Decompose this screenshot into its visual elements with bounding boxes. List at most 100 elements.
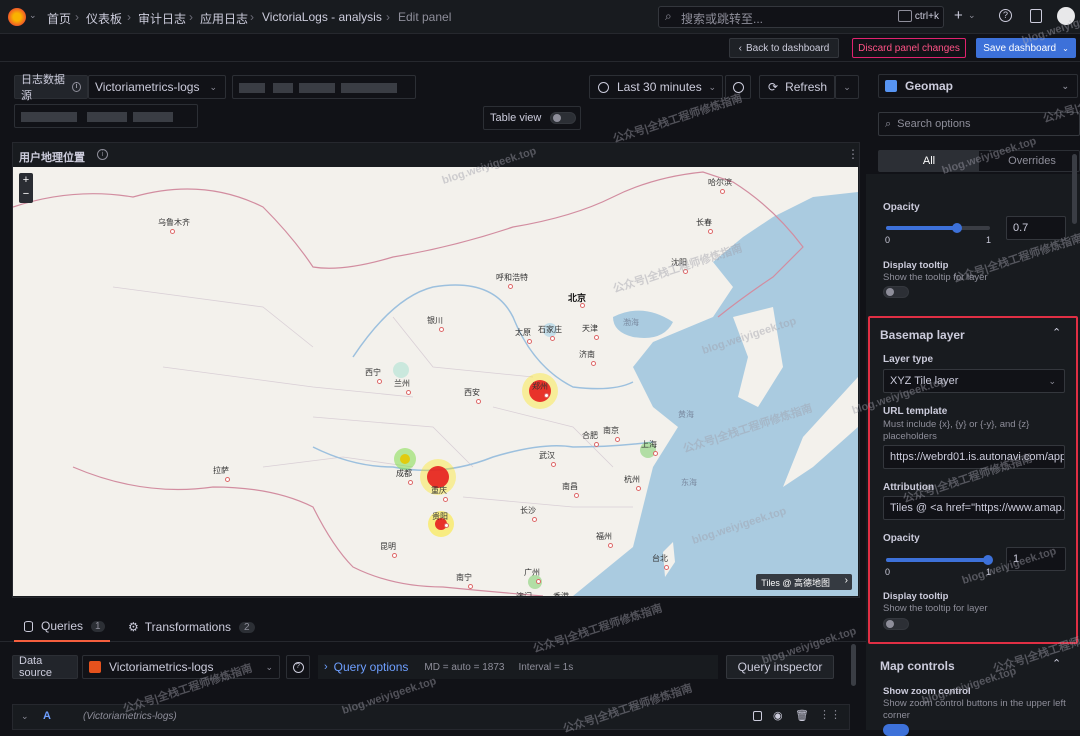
search-box[interactable]: ⌕ 搜索或跳转至... ctrl+k <box>658 6 944 28</box>
search-options-input[interactable]: ⌕ Search options <box>878 112 1080 136</box>
breadcrumb-sep: › <box>189 10 193 24</box>
avatar[interactable] <box>1057 7 1075 25</box>
tooltip-label: Display tooltip <box>883 591 949 602</box>
refresh-interval-picker[interactable]: ⌄ <box>835 75 859 99</box>
chevron-up-icon[interactable]: ⌃ <box>1052 657 1061 670</box>
chevron-down-icon[interactable]: ⌄ <box>29 10 37 21</box>
eye-icon[interactable]: ◉ <box>773 709 783 722</box>
city-label: 台北 <box>652 554 668 563</box>
city-dot <box>636 486 641 491</box>
transform-count: 2 <box>239 621 255 633</box>
zoom-out-button[interactable] <box>725 75 751 99</box>
scrollbar[interactable] <box>851 644 856 686</box>
panel-edit-actions: ‹ Back to dashboard Discard panel changes… <box>0 34 1080 62</box>
opacity-input[interactable]: 1 <box>1006 547 1066 571</box>
heat-spot-lanzhou <box>393 362 409 378</box>
chevron-right-icon: › <box>324 661 328 673</box>
city-dot <box>439 327 444 332</box>
data-source-value: Victoriametrics-logs <box>109 660 214 674</box>
city-label: 沈阳 <box>671 258 687 267</box>
variable-select-masked[interactable] <box>232 75 416 99</box>
city-dot <box>720 189 725 194</box>
redacted-block <box>299 83 335 93</box>
city-dot <box>170 229 175 234</box>
city-label: 乌鲁木齐 <box>158 218 190 227</box>
table-view-switch[interactable] <box>550 112 576 124</box>
table-view-toggle[interactable]: Table view <box>483 106 581 130</box>
geomap[interactable]: 哈尔滨 乌鲁木齐 长春 沈阳 呼和浩特 北京 银川 太原 石家庄 天津 西宁 兰州 济南 西安 郑州 南京 合肥… <box>13 167 858 596</box>
city-label: 渤海 <box>623 318 639 327</box>
refresh-button[interactable]: ⟳ Refresh <box>759 75 835 99</box>
attribution-input[interactable]: Tiles @ <a href="https://www.amap.com"> <box>883 496 1065 520</box>
drag-handle-icon[interactable]: ⋮⋮ <box>819 708 841 721</box>
chevron-down-icon[interactable]: ⌄ <box>968 10 976 21</box>
options-scrollbar[interactable] <box>1072 154 1077 224</box>
tooltip-desc: Show the tooltip for layer <box>883 603 988 614</box>
tab-transformations[interactable]: ⚙ Transformations 2 <box>128 612 255 642</box>
duplicate-icon[interactable] <box>753 711 762 721</box>
top-tooltip-switch[interactable] <box>883 286 909 298</box>
zoom-in-button[interactable]: + <box>19 173 33 188</box>
news-icon[interactable] <box>1030 9 1042 23</box>
map-attribution[interactable]: Tiles @ 高德地图 › <box>756 574 852 590</box>
city-dot <box>551 462 556 467</box>
back-to-dashboard-button[interactable]: ‹ Back to dashboard <box>729 38 839 58</box>
zoom-control-label: Show zoom control <box>883 686 971 697</box>
discard-changes-button[interactable]: Discard panel changes <box>852 38 966 58</box>
save-dashboard-button[interactable]: Save dashboard ⌄ <box>976 38 1076 58</box>
breadcrumb-audit[interactable]: 审计日志 <box>138 10 186 27</box>
city-label: 重庆 <box>431 486 447 495</box>
tooltip-switch[interactable] <box>883 618 909 630</box>
tab-queries[interactable]: Queries 1 <box>14 612 110 642</box>
query-inspector-button[interactable]: Query inspector <box>726 655 834 679</box>
datasource-help-button[interactable]: ? <box>286 655 310 679</box>
chevron-down-icon: ⌄ <box>1061 80 1069 91</box>
zoom-controls: + − <box>19 173 33 203</box>
trash-icon[interactable]: 🗑 <box>795 709 809 722</box>
clock-icon <box>598 81 609 93</box>
plus-icon[interactable]: + <box>954 7 963 24</box>
collapse-icon[interactable]: ⌄ <box>21 711 29 722</box>
chevron-down-icon: ⌄ <box>265 661 273 672</box>
datasource-variable-select[interactable]: Victoriametrics-logs ⌄ <box>88 75 226 99</box>
breadcrumb-dashboards[interactable]: 仪表板 <box>86 10 122 27</box>
top-opacity-input[interactable]: 0.7 <box>1006 216 1066 240</box>
query-options-toggle[interactable]: › Query options MD = auto = 1873 Interva… <box>318 655 718 679</box>
city-dot <box>536 579 541 584</box>
back-icon: ‹ <box>738 42 742 54</box>
time-range-picker[interactable]: Last 30 minutes ⌄ <box>589 75 723 99</box>
breadcrumb-sep: › <box>250 10 254 24</box>
transform-icon: ⚙ <box>128 620 139 634</box>
zoom-control-switch[interactable] <box>883 724 909 736</box>
breadcrumb-home[interactable]: 首页 <box>47 10 71 27</box>
data-source-picker[interactable]: Victoriametrics-logs ⌄ <box>82 655 280 679</box>
map-controls-title[interactable]: Map controls <box>880 659 955 673</box>
top-opacity-fill <box>886 226 958 230</box>
chevron-down-icon: ⌄ <box>1048 375 1056 386</box>
query-row-a[interactable]: ⌄ A (Victoriametrics-logs) ◉ 🗑 ⋮⋮ <box>12 704 850 730</box>
breadcrumb-dashboard[interactable]: VictoriaLogs - analysis <box>262 10 382 24</box>
url-template-input[interactable]: https://webrd01.is.autonavi.com/appmapti… <box>883 445 1065 469</box>
opacity-knob[interactable] <box>983 555 993 565</box>
breadcrumb-app-logs[interactable]: 应用日志 <box>200 10 248 27</box>
help-icon[interactable]: ? <box>999 9 1012 22</box>
chevron-up-icon[interactable]: ⌃ <box>1052 326 1061 339</box>
city-dot <box>594 442 599 447</box>
panel-menu-icon[interactable]: ⋮ <box>847 147 859 161</box>
tab-all[interactable]: All <box>879 151 979 171</box>
variable-select-masked-2[interactable] <box>14 104 198 128</box>
opacity-min: 0 <box>885 567 891 577</box>
layer-type-select[interactable]: XYZ Tile layer ⌄ <box>883 369 1065 393</box>
grafana-logo-icon[interactable] <box>8 8 26 26</box>
chevron-down-icon: ⌄ <box>708 81 716 92</box>
city-dot <box>392 553 397 558</box>
top-opacity-knob[interactable] <box>952 223 962 233</box>
tab-overrides[interactable]: Overrides <box>983 151 1080 171</box>
basemap-title[interactable]: Basemap layer <box>880 328 965 342</box>
city-dot <box>594 335 599 340</box>
zoom-out-map-button[interactable]: − <box>19 188 33 203</box>
city-dot <box>527 339 532 344</box>
geomap-icon <box>885 80 897 92</box>
visualization-picker[interactable]: Geomap ⌄ <box>878 74 1078 98</box>
info-icon[interactable]: i <box>97 149 108 160</box>
